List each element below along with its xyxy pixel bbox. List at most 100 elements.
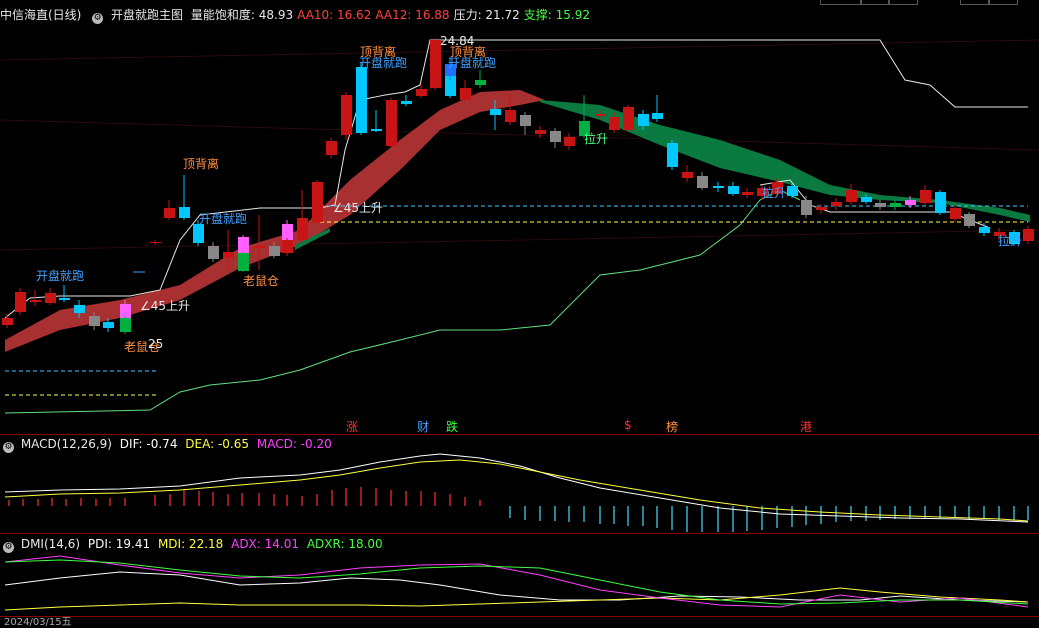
candle-body <box>193 224 204 243</box>
dmi-adx-line <box>4 555 1029 608</box>
candle-body <box>74 305 85 313</box>
candle-body <box>312 182 323 222</box>
candle-body <box>223 252 234 258</box>
dmi-adxr: ADXR: 18.00 <box>306 537 383 551</box>
rise-45-label: ∠45上升 <box>333 201 383 215</box>
candle-body <box>623 107 634 130</box>
candle-body <box>30 300 41 302</box>
candle-body <box>150 242 161 243</box>
top-divergence-label: 顶背离 <box>360 44 396 59</box>
dmi-pdi-line <box>4 571 1029 603</box>
macd-header: ⚙ MACD(12,26,9) DIF: -0.74 DEA: -0.65 MA… <box>0 437 332 453</box>
window-tab[interactable] <box>820 0 862 5</box>
candle-body <box>386 100 397 146</box>
candle-body <box>787 186 798 196</box>
window-tab[interactable] <box>988 0 1018 5</box>
candle-body <box>935 192 946 213</box>
candle-body <box>45 293 56 303</box>
candle-body <box>682 172 693 178</box>
panel-separator <box>0 533 1039 534</box>
event-marker[interactable]: 跌 <box>446 418 458 435</box>
candle-body <box>475 80 486 85</box>
candle-body <box>595 114 606 116</box>
macd-dif-line <box>4 453 1029 523</box>
candle-body <box>1023 229 1034 241</box>
candle-body <box>875 203 886 207</box>
candle-body <box>520 115 531 126</box>
candle-body <box>950 208 961 219</box>
event-marker[interactable]: 财 <box>417 418 429 435</box>
candle-body <box>667 143 678 167</box>
pull-up-label: 拉升 <box>762 185 786 200</box>
candle-body <box>535 130 546 134</box>
window-tab[interactable] <box>960 0 990 5</box>
candle-body <box>297 218 308 240</box>
dmi-mdi: MDI: 22.18 <box>157 537 224 551</box>
dmi-adx: ADX: 14.01 <box>231 537 299 551</box>
candle-body <box>964 214 975 226</box>
ma-band-up <box>5 90 545 352</box>
rat-warehouse-label: 老鼠仓 <box>243 274 279 288</box>
candle-body <box>697 176 708 188</box>
candle-body <box>550 131 561 142</box>
dmi-name[interactable]: DMI(14,6) <box>21 537 80 551</box>
rise-45-label: ∠45上升 <box>140 299 190 313</box>
event-marker[interactable]: 涨 <box>346 418 358 435</box>
candle-body <box>861 197 872 202</box>
candle-body <box>831 202 842 206</box>
window-tab[interactable] <box>888 0 918 5</box>
pull-up-label: 拉升 <box>584 131 608 146</box>
panel-separator <box>0 434 1039 435</box>
candle-body <box>208 246 219 259</box>
candle-body <box>742 192 753 195</box>
high-price-label: 24.84 <box>440 34 474 48</box>
macd-dea: DEA: -0.65 <box>185 437 250 451</box>
footer-date: 2024/03/15五 <box>4 617 72 628</box>
pressure-line <box>4 39 1028 319</box>
dmi-adxr-line <box>4 559 1029 605</box>
candle-body <box>890 203 901 207</box>
event-marker[interactable]: 榜 <box>666 418 678 435</box>
grid-line <box>0 229 1039 251</box>
pull-up-label: 拉升 <box>998 233 1022 248</box>
grid-line <box>0 39 1039 61</box>
candle-body <box>282 224 293 240</box>
dmi-pdi: PDI: 19.41 <box>87 537 151 551</box>
candle-body <box>120 304 131 318</box>
panel-separator <box>0 616 1039 617</box>
macd-name[interactable]: MACD(12,26,9) <box>21 437 112 451</box>
event-marker[interactable]: 港 <box>800 418 812 435</box>
open-run-label: 开盘就跑 <box>199 211 247 226</box>
grid-line <box>0 119 1039 151</box>
dmi-header: ⚙ DMI(14,6) PDI: 19.41 MDI: 22.18 ADX: 1… <box>0 537 383 553</box>
candle-body <box>401 101 412 104</box>
open-run-label: 开盘就跑 <box>36 268 84 283</box>
candle-body <box>416 89 427 96</box>
macd-panel[interactable] <box>0 452 1039 532</box>
candle-body <box>713 186 724 188</box>
candle-body <box>326 141 337 155</box>
event-marker[interactable]: $ <box>624 418 632 432</box>
window-tab[interactable] <box>860 0 890 5</box>
candle-body <box>238 237 249 253</box>
candle-body <box>15 292 26 312</box>
candle-body <box>2 318 13 325</box>
candle-body <box>103 322 114 328</box>
candle-body <box>728 186 739 194</box>
candle-body <box>282 240 293 253</box>
candle-body <box>341 95 352 135</box>
candle-body <box>905 200 916 205</box>
candle-body <box>609 117 620 130</box>
candle-body <box>816 207 827 210</box>
candle-body <box>564 137 575 146</box>
macd-value: MACD: -0.20 <box>256 437 332 451</box>
candle-body <box>120 318 131 332</box>
candlestick-chart[interactable]: 开盘就跑开盘就跑开盘就跑 开盘就跑顶背离顶背离 顶背离∠45上升∠45上升老鼠仓老鼠… <box>0 20 1039 435</box>
candle-body <box>238 253 249 271</box>
candle-body <box>269 246 280 256</box>
candle-body <box>638 114 649 126</box>
top-divergence-label: 顶背离 <box>183 156 219 171</box>
dmi-panel[interactable] <box>0 552 1039 616</box>
candle-body <box>490 109 501 115</box>
candle-body <box>505 110 516 122</box>
